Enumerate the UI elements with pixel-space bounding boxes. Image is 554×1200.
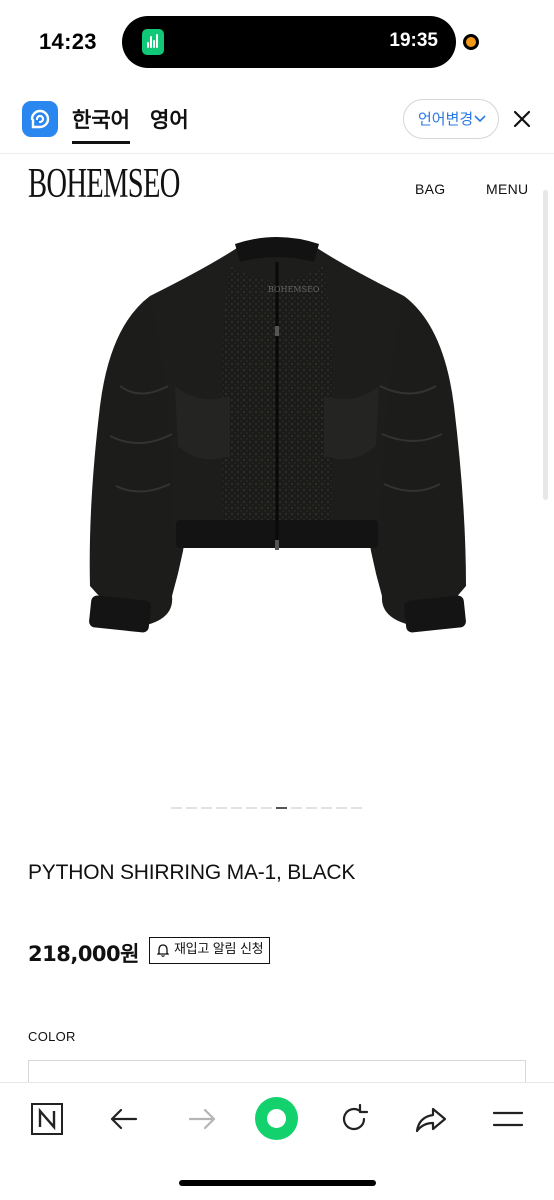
- menu-link[interactable]: MENU: [486, 181, 528, 197]
- restock-alert-label: 재입고 알림 신청: [174, 942, 264, 957]
- carousel-dot[interactable]: [186, 807, 197, 809]
- restock-alert-button[interactable]: 재입고 알림 신청: [149, 937, 271, 964]
- menu-icon[interactable]: [490, 1101, 526, 1137]
- papago-icon[interactable]: [22, 101, 58, 137]
- carousel-dot[interactable]: [171, 807, 182, 809]
- carousel-dot[interactable]: [231, 807, 242, 809]
- chevron-down-icon: [474, 115, 486, 123]
- carousel-dot[interactable]: [261, 807, 272, 809]
- status-bar: 14:23 19:35: [0, 0, 554, 84]
- carousel-dot[interactable]: [276, 807, 287, 809]
- site-logo[interactable]: BOHEMSEO: [28, 160, 180, 208]
- status-time: 14:23: [39, 29, 97, 54]
- home-indicator[interactable]: [179, 1180, 376, 1186]
- product-price: 218,000원: [28, 942, 139, 966]
- recording-indicator-icon: [463, 34, 479, 50]
- carousel-dot[interactable]: [306, 807, 317, 809]
- island-time: 19:35: [389, 30, 438, 51]
- close-icon[interactable]: [512, 109, 532, 129]
- product-image[interactable]: BOHEMSEO: [80, 236, 474, 636]
- scrollbar[interactable]: [543, 190, 548, 500]
- translate-bar: 한국어 영어 언어변경: [0, 84, 554, 154]
- active-tab-underline: [72, 141, 130, 144]
- carousel-dot[interactable]: [351, 807, 362, 809]
- svg-text:BOHEMSEO: BOHEMSEO: [268, 285, 320, 294]
- bag-link[interactable]: BAG: [415, 181, 445, 197]
- audio-recorder-icon: [142, 29, 164, 55]
- carousel-dot[interactable]: [291, 807, 302, 809]
- tab-source-language[interactable]: 한국어: [72, 104, 130, 134]
- carousel-dot[interactable]: [336, 807, 347, 809]
- carousel-dot[interactable]: [201, 807, 212, 809]
- change-language-button[interactable]: 언어변경: [403, 99, 499, 139]
- change-language-label: 언어변경: [418, 110, 474, 128]
- green-home-icon[interactable]: [255, 1097, 298, 1140]
- carousel-dot[interactable]: [246, 807, 257, 809]
- carousel-dot[interactable]: [216, 807, 227, 809]
- color-label: COLOR: [28, 1029, 76, 1044]
- naver-n-icon[interactable]: [29, 1101, 65, 1137]
- image-carousel-indicator[interactable]: [171, 807, 362, 810]
- forward-arrow-icon[interactable]: [184, 1101, 220, 1137]
- bell-icon: [157, 944, 169, 957]
- dynamic-island[interactable]: 19:35: [122, 16, 456, 68]
- back-arrow-icon[interactable]: [106, 1101, 142, 1137]
- carousel-dot[interactable]: [321, 807, 332, 809]
- share-icon[interactable]: [413, 1101, 449, 1137]
- reload-icon[interactable]: [336, 1101, 372, 1137]
- product-name: PYTHON SHIRRING MA-1, BLACK: [28, 861, 356, 884]
- tab-target-language[interactable]: 영어: [150, 104, 189, 134]
